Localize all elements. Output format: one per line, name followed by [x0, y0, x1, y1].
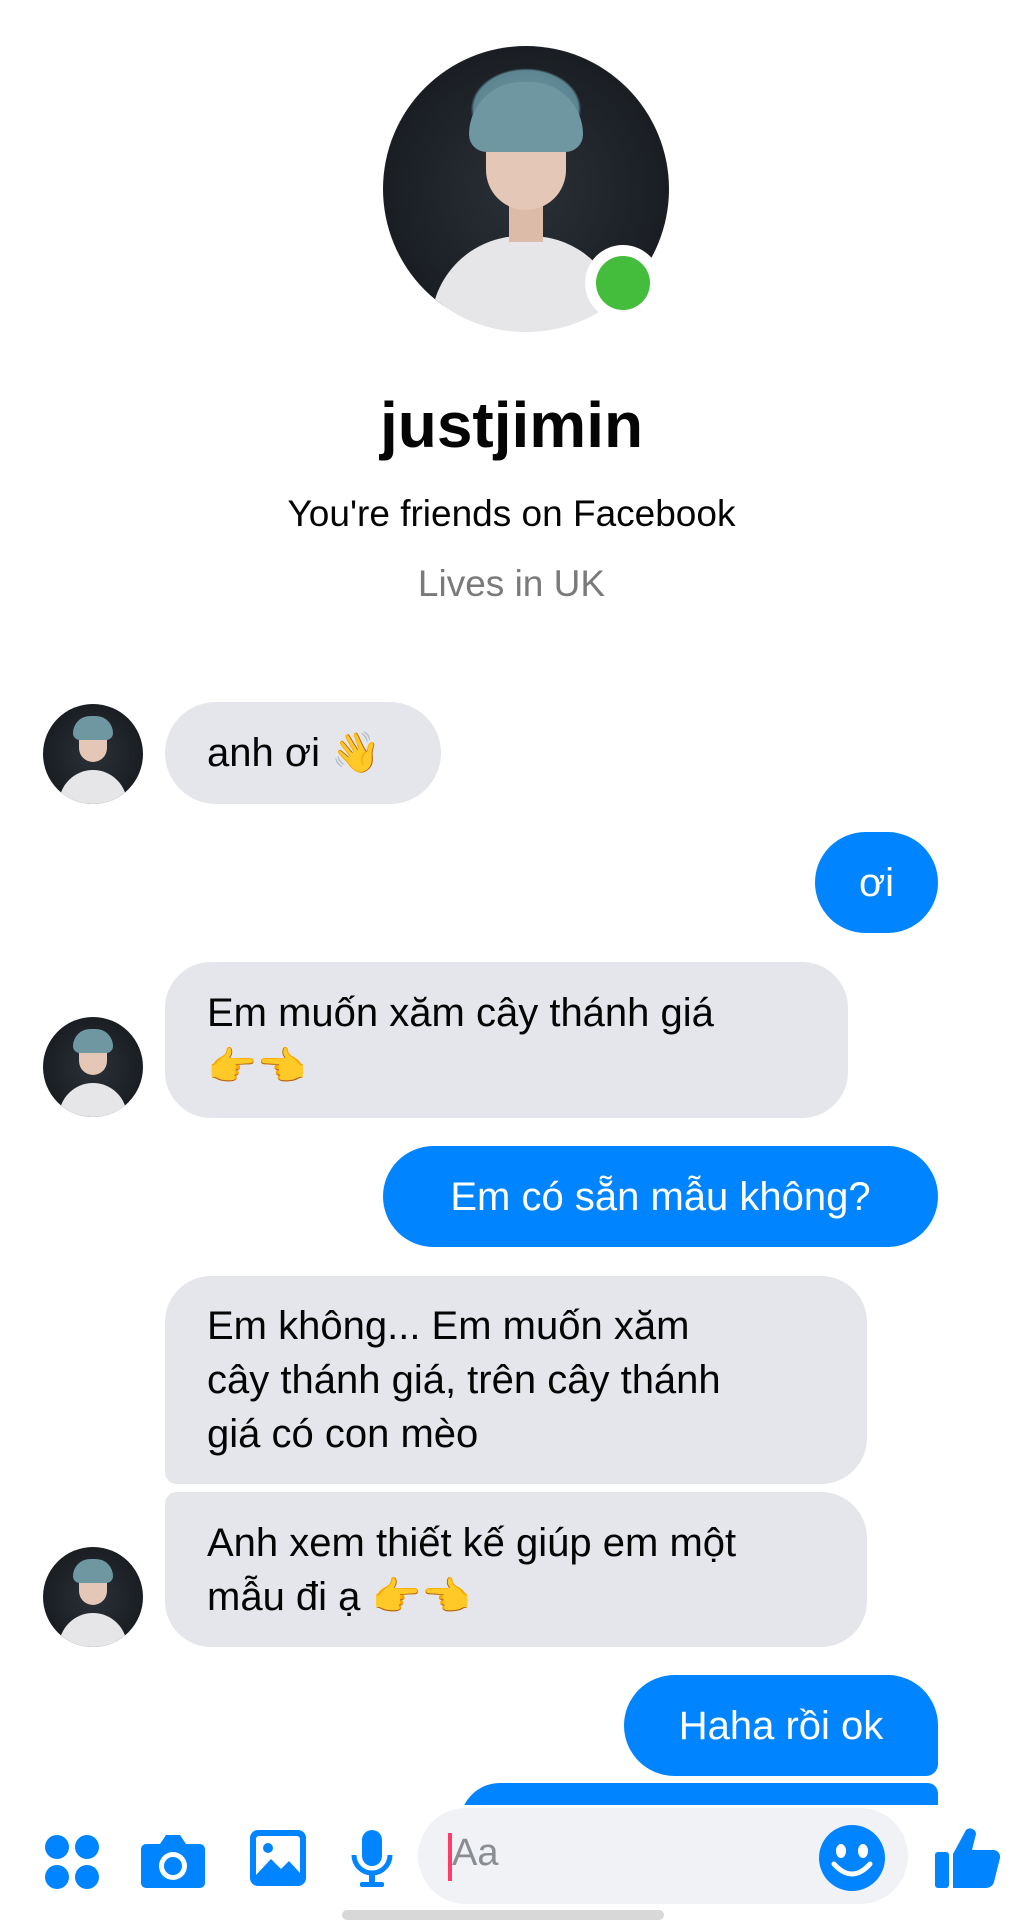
avatar-hair	[73, 1559, 113, 1583]
message-bubble-outgoing[interactable]: Em có sẵn mẫu không?	[383, 1146, 938, 1247]
thumbs-up-icon[interactable]	[934, 1824, 1002, 1890]
message-bubble-incoming[interactable]: anh ơi 👋	[165, 702, 441, 804]
profile-name: justjimin	[379, 389, 644, 461]
location-text: Lives in UK	[417, 563, 606, 604]
gallery-icon[interactable]	[249, 1829, 307, 1887]
message-bubble-incoming[interactable]: Em không... Em muốn xăm cây thánh giá, t…	[165, 1276, 867, 1484]
emoji-icon[interactable]	[818, 1824, 886, 1892]
message-bubble-incoming[interactable]: Anh xem thiết kế giúp em một mẫu đi ạ 👉👈	[165, 1492, 867, 1647]
message-bubble-incoming[interactable]: Em muốn xăm cây thánh giá 👉👈	[165, 962, 848, 1118]
sender-avatar[interactable]	[43, 1547, 143, 1647]
online-status-icon	[596, 256, 650, 310]
camera-icon[interactable]	[140, 1832, 206, 1888]
avatar-hair	[73, 1029, 113, 1053]
home-indicator	[342, 1910, 664, 1920]
sender-avatar[interactable]	[43, 1017, 143, 1117]
chat-screen: justjimin You're friends on Facebook Liv…	[0, 0, 1023, 1920]
avatar-shirt	[59, 1613, 127, 1647]
menu-dots-icon[interactable]	[44, 1834, 100, 1890]
sender-avatar[interactable]	[43, 704, 143, 804]
message-bubble-outgoing[interactable]: ơi	[815, 832, 938, 933]
message-input-placeholder: Aa	[452, 1832, 499, 1874]
microphone-icon[interactable]	[350, 1829, 394, 1889]
avatar-hair	[73, 716, 113, 740]
avatar-shirt	[59, 1083, 127, 1117]
friends-status-text: You're friends on Facebook	[287, 493, 736, 534]
avatar-hair	[469, 82, 583, 152]
avatar-shirt	[59, 770, 127, 804]
message-bubble-outgoing[interactable]: Haha rồi ok	[624, 1675, 938, 1776]
